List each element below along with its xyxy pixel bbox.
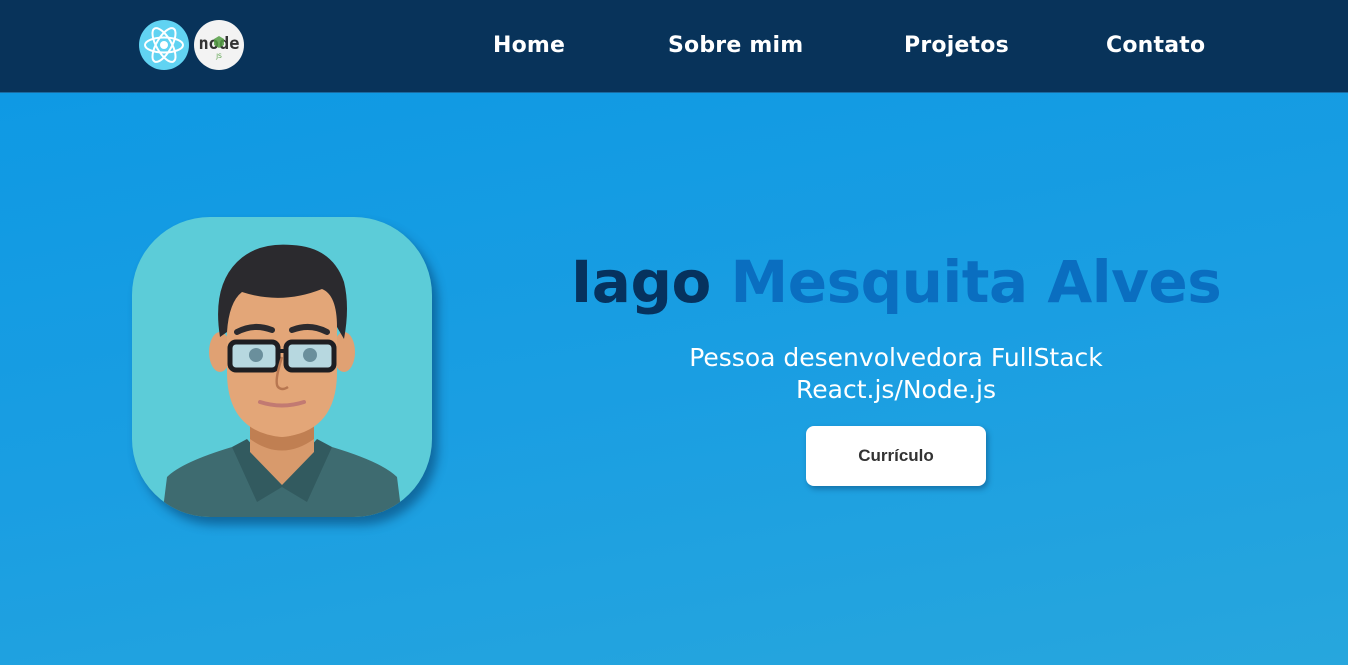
- navbar: node JS Home Sobre mim Projetos Contato: [0, 0, 1348, 93]
- nav-projects[interactable]: Projetos: [904, 33, 1009, 58]
- avatar-illustration: [162, 244, 402, 517]
- react-logo[interactable]: [139, 20, 189, 70]
- developer-avatar: [132, 217, 432, 517]
- resume-button[interactable]: Currículo: [806, 426, 986, 486]
- hero-subtitle-role: Pessoa desenvolvedora FullStack: [689, 343, 1103, 372]
- nav-about[interactable]: Sobre mim: [668, 33, 803, 58]
- hero-subtitle: Pessoa desenvolvedora FullStack React.js…: [596, 342, 1196, 406]
- hero-name: Iago Mesquita Alves: [540, 248, 1252, 316]
- nav-home[interactable]: Home: [493, 33, 565, 58]
- react-icon: [144, 27, 184, 63]
- hero-last-name: Mesquita Alves: [730, 248, 1222, 316]
- hero-subtitle-stack: React.js/Node.js: [796, 375, 996, 404]
- nav-contact[interactable]: Contato: [1106, 33, 1205, 58]
- node-logo-badge: JS: [215, 53, 222, 60]
- nodejs-icon: node JS: [199, 34, 240, 60]
- hero-first-name: Iago: [570, 248, 712, 316]
- node-logo[interactable]: node JS: [194, 20, 244, 70]
